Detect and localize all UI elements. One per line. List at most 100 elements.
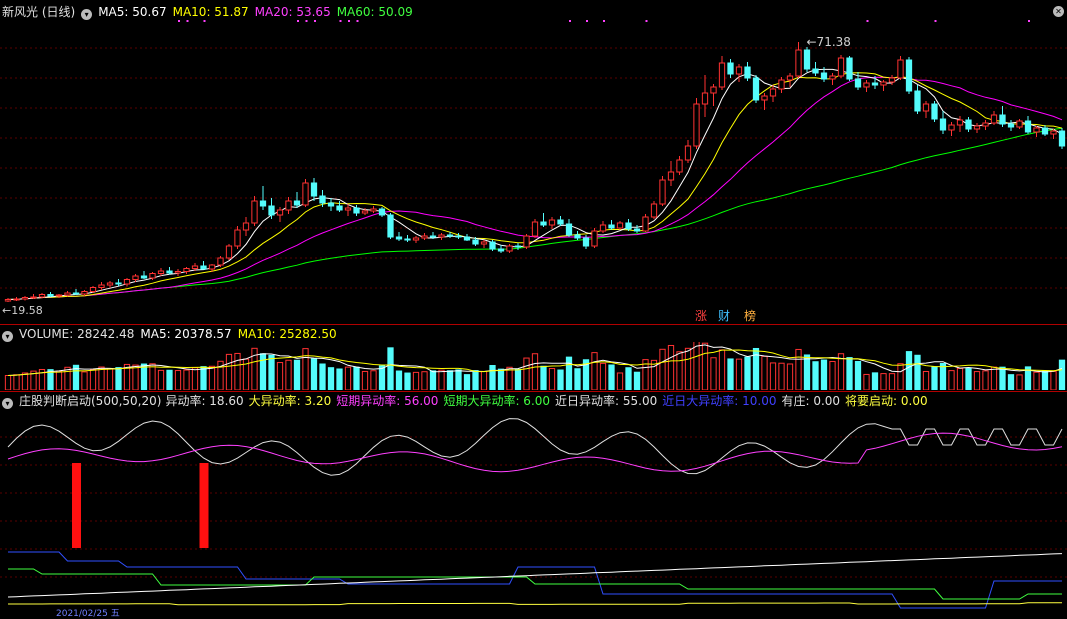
volume-bar xyxy=(463,374,471,390)
candle-body xyxy=(166,270,173,274)
candle-body xyxy=(829,75,836,80)
candle-body xyxy=(922,103,930,112)
volume-bar xyxy=(973,371,981,390)
indicator-item-7: 将要启动: 0.00 xyxy=(845,394,928,408)
signal-dot xyxy=(1028,20,1030,22)
volume-bar xyxy=(769,362,777,390)
candle-body xyxy=(489,241,496,250)
candle-body xyxy=(1058,130,1066,147)
candle-body xyxy=(701,92,709,105)
volume-bar xyxy=(846,357,853,390)
candle-body xyxy=(149,273,156,279)
signal-dot xyxy=(569,20,571,22)
candle-body xyxy=(523,235,530,248)
volume-bar xyxy=(208,365,216,390)
volume-bar xyxy=(625,367,632,390)
volume-bar xyxy=(557,369,564,390)
volume-ma5: MA5: 20378.57 xyxy=(140,327,232,341)
volume-bar xyxy=(905,351,913,390)
volume-bar xyxy=(880,373,887,390)
candle-body xyxy=(854,78,862,88)
indicator-item-5: 近日大异动率: 10.00 xyxy=(662,394,777,408)
volume-bar xyxy=(310,358,318,390)
volume-bar xyxy=(1050,370,1057,390)
volume-bar xyxy=(1016,374,1023,390)
candle-body xyxy=(72,292,80,295)
volume-bar xyxy=(616,372,624,390)
ma5-line xyxy=(7,68,1063,300)
candle-body xyxy=(132,275,139,280)
candle-body xyxy=(761,95,768,101)
volume-bar xyxy=(429,370,437,390)
volume-bar xyxy=(939,363,947,390)
volume-bar xyxy=(1058,359,1066,390)
volume-bar xyxy=(684,347,692,390)
volume-bar xyxy=(378,365,386,390)
signal-dot xyxy=(586,20,588,22)
candle-body xyxy=(81,291,88,295)
volume-bar xyxy=(234,352,241,390)
volume-bar xyxy=(863,373,870,390)
candle-body xyxy=(557,219,564,225)
bottom-date: 2021/02/25 五 xyxy=(56,609,120,619)
candle-body xyxy=(200,265,207,270)
indicator-title: 庄股判断启动(500,50,20) xyxy=(19,394,162,408)
signal-dot xyxy=(603,20,605,22)
candle-body xyxy=(982,122,989,127)
close-circle-icon[interactable]: ✕ xyxy=(1053,6,1064,17)
volume-bar xyxy=(786,363,794,390)
candle-body xyxy=(795,49,802,77)
price-chart[interactable]: ←71.38 ←19.58 xyxy=(0,18,1067,324)
volume-bar xyxy=(948,370,955,390)
candle-body xyxy=(98,284,105,288)
indicator-item-2: 短期异动率: 56.00 xyxy=(336,394,439,408)
volume-bar xyxy=(293,359,301,390)
candle-body xyxy=(259,200,267,207)
volume-bar xyxy=(361,370,369,390)
volume-bar xyxy=(489,365,496,390)
candle-body xyxy=(293,200,301,206)
candle-body xyxy=(455,235,462,238)
candle-body xyxy=(21,297,29,300)
volume-bar xyxy=(319,363,326,390)
indicator-item-3: 短期大异动率: 6.00 xyxy=(443,394,551,408)
volume-bar xyxy=(344,366,352,390)
volume-bar xyxy=(982,370,989,390)
divider-1 xyxy=(0,324,1067,325)
volume-bar xyxy=(166,369,173,390)
indicator-header: ▾ 庄股判断启动(500,50,20) 异动率: 18.60 大异动率: 3.20 短期… xyxy=(2,393,939,409)
candle-body xyxy=(667,171,675,181)
candle-body xyxy=(38,294,46,298)
signal-dot xyxy=(178,20,180,22)
volume-bar xyxy=(829,360,836,390)
candle-body xyxy=(421,235,428,239)
volume-bar xyxy=(98,366,105,390)
ma20-label: MA20: 53.65 xyxy=(254,5,331,19)
candle-body xyxy=(361,210,369,214)
volume-bar xyxy=(64,366,71,390)
candle-body xyxy=(4,299,12,302)
volume-bar xyxy=(480,370,488,390)
volume-bar xyxy=(608,364,615,390)
volume-settings-icon[interactable]: ▾ xyxy=(2,331,13,342)
indicator-settings-icon[interactable]: ▾ xyxy=(2,398,13,409)
volume-bar xyxy=(548,368,556,390)
candle-body xyxy=(446,234,454,237)
volume-bar xyxy=(327,367,335,390)
candle-body xyxy=(302,182,309,206)
volume-bar xyxy=(727,358,734,390)
candle-body xyxy=(327,202,335,207)
volume-chart[interactable] xyxy=(0,342,1067,390)
candle-body xyxy=(506,245,513,252)
volume-header: ▾ VOLUME: 28242.48 MA5: 20378.57 MA10: 2528… xyxy=(2,326,343,342)
candle-body xyxy=(412,237,420,241)
volume-bar xyxy=(676,351,683,390)
candle-body xyxy=(514,245,522,248)
volume-bar xyxy=(701,342,709,390)
indicator-chart[interactable] xyxy=(0,409,1067,609)
candle-body xyxy=(752,77,760,101)
candle-body xyxy=(225,245,233,259)
candle-body xyxy=(395,236,403,240)
volume-bar xyxy=(718,349,726,390)
candle-body xyxy=(378,208,386,216)
